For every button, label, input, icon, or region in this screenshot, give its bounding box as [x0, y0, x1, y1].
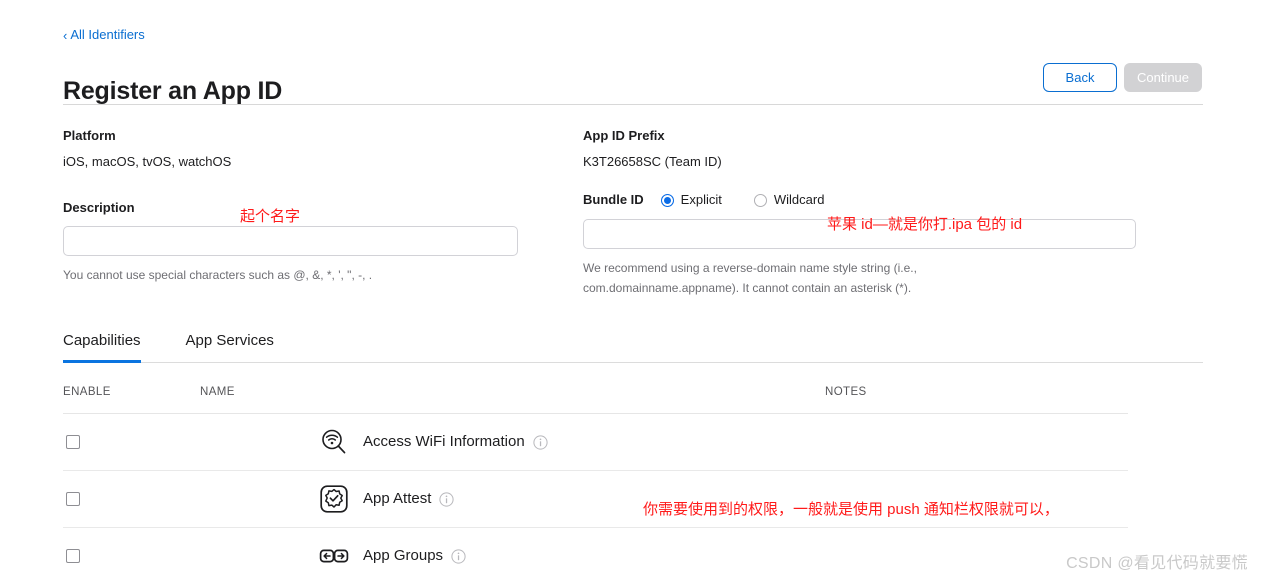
name-cell: Access WiFi Information — [200, 426, 825, 458]
info-icon[interactable] — [451, 548, 466, 564]
platform-label: Platform — [63, 128, 116, 143]
enable-cell — [63, 435, 200, 449]
app-id-prefix-label: App ID Prefix — [583, 128, 665, 143]
all-identifiers-back-link[interactable]: ‹ All Identifiers — [63, 27, 145, 43]
capabilities-table: ENABLE NAME NOTES Access WiFi Informatio… — [63, 385, 1128, 581]
description-label: Description — [63, 200, 135, 215]
app-id-prefix-value: K3T26658SC (Team ID) — [583, 154, 722, 169]
tab-app-services[interactable]: App Services — [186, 332, 274, 363]
platform-value: iOS, macOS, tvOS, watchOS — [63, 154, 232, 169]
enable-checkbox[interactable] — [66, 435, 80, 449]
bundle-id-input[interactable] — [583, 219, 1136, 249]
bundle-id-helper-text: We recommend using a reverse-domain name… — [583, 261, 917, 295]
table-row: App Groups — [63, 528, 1128, 581]
column-header-notes: NOTES — [825, 386, 867, 398]
table-row: Access WiFi Information — [63, 414, 1128, 471]
name-cell: App Groups — [200, 540, 825, 572]
enable-cell — [63, 492, 200, 506]
bundle-id-wildcard-label: Wildcard — [773, 192, 825, 207]
bundle-id-radio-group: Explicit Wildcard — [660, 192, 857, 208]
page-title: Register an App ID — [63, 76, 283, 105]
app-groups-arrows-icon — [318, 540, 350, 572]
description-input[interactable] — [63, 226, 518, 256]
all-identifiers-back-link-label: All Identifiers — [70, 27, 145, 42]
app-attest-badge-icon — [318, 483, 350, 515]
info-icon[interactable] — [533, 434, 548, 450]
column-header-name: NAME — [200, 386, 235, 398]
description-helper-text: You cannot use special characters such a… — [63, 268, 373, 282]
register-app-id-page: ‹ All Identifiers Register an App ID Bac… — [0, 0, 1268, 581]
bundle-id-wildcard-option[interactable]: Wildcard — [753, 192, 825, 208]
tab-capabilities[interactable]: Capabilities — [63, 332, 141, 363]
capability-name: App Groups — [363, 547, 444, 564]
continue-button: Continue — [1124, 63, 1202, 92]
header-divider — [63, 104, 1203, 105]
table-row: App Attest — [63, 471, 1128, 528]
form-column-left: Platform iOS, macOS, tvOS, watchOS Descr… — [63, 128, 519, 285]
info-icon[interactable] — [439, 491, 454, 507]
enable-cell — [63, 549, 200, 563]
section-tabs: Capabilities App Services — [63, 327, 1203, 363]
table-header-row: ENABLE NAME NOTES — [63, 385, 1128, 414]
chevron-left-icon: ‹ — [63, 27, 68, 43]
name-cell: App Attest — [200, 483, 825, 515]
radio-explicit-icon[interactable] — [660, 193, 674, 207]
bundle-id-label: Bundle ID — [583, 192, 644, 207]
column-header-enable: ENABLE — [63, 386, 111, 398]
bundle-id-explicit-option[interactable]: Explicit — [660, 192, 722, 208]
enable-checkbox[interactable] — [66, 492, 80, 506]
enable-checkbox[interactable] — [66, 549, 80, 563]
capability-name: App Attest — [363, 490, 432, 507]
capability-name: Access WiFi Information — [363, 433, 525, 450]
bundle-id-row: Bundle ID Explicit Wildcard — [583, 192, 1203, 208]
radio-wildcard-icon[interactable] — [753, 193, 767, 207]
wifi-magnifier-icon — [318, 426, 350, 458]
form-column-right: App ID Prefix K3T26658SC (Team ID) Bundl… — [583, 128, 1203, 298]
back-button[interactable]: Back — [1043, 63, 1117, 92]
bundle-id-explicit-label: Explicit — [680, 192, 722, 207]
